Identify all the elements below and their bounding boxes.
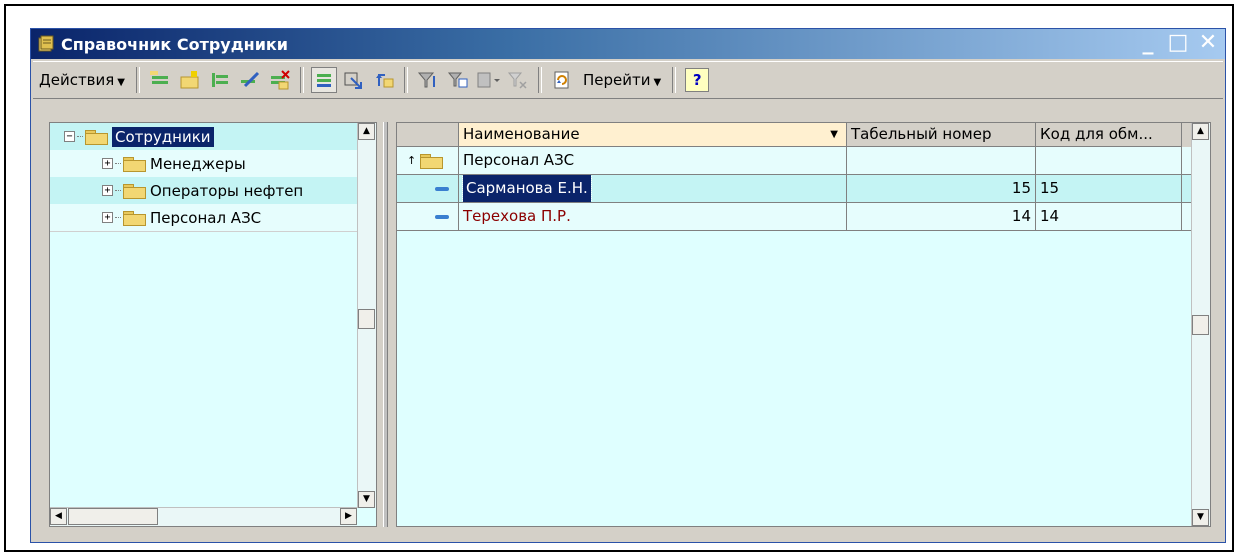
column-header-exchange-code[interactable]: Код для обм...: [1036, 123, 1182, 147]
table-row[interactable]: Терехова П.Р. 14 14: [397, 203, 1191, 231]
hierarchy-view-icon[interactable]: [311, 67, 337, 93]
tree-horizontal-scrollbar[interactable]: ◀ ▶: [50, 507, 357, 526]
filter-history-icon[interactable]: [475, 67, 501, 93]
maximize-button[interactable]: □: [1166, 31, 1190, 55]
tab-number-cell: 14: [847, 203, 1036, 230]
toolbar-separator: [300, 67, 304, 93]
scroll-thumb[interactable]: [358, 309, 375, 329]
grid-vertical-scrollbar[interactable]: ▲ ▼: [1191, 123, 1210, 526]
row-icon-cell: [397, 175, 459, 202]
row-icon-cell: [397, 203, 459, 230]
toolbar-separator: [136, 67, 140, 93]
scroll-down-icon[interactable]: ▼: [1192, 509, 1209, 526]
tree-item-label: Персонал АЗС: [150, 208, 262, 227]
group-tree[interactable]: − Сотрудники + Менеджеры + Операторы неф…: [49, 122, 377, 527]
name-cell: Персонал АЗС: [459, 147, 847, 174]
minimize-button[interactable]: _: [1136, 31, 1160, 55]
folder-icon: [85, 129, 108, 145]
item-icon: [435, 214, 449, 219]
expand-icon[interactable]: +: [102, 185, 113, 196]
scroll-right-icon[interactable]: ▶: [340, 508, 357, 525]
delete-mark-icon[interactable]: [267, 67, 293, 93]
name-cell: Сарманова Е.Н.: [459, 175, 847, 202]
folder-icon: [420, 153, 444, 169]
scroll-thumb[interactable]: [68, 508, 158, 525]
column-header-name[interactable]: Наименование ▼: [459, 123, 847, 147]
window-title: Справочник Сотрудники: [61, 35, 288, 54]
name-cell: Терехова П.Р.: [459, 203, 847, 230]
move-to-group-icon[interactable]: [341, 67, 367, 93]
tree-line: [115, 190, 121, 191]
tree-item-staff[interactable]: + Персонал АЗС: [50, 204, 357, 232]
tab-number-cell: [847, 147, 1036, 174]
scroll-thumb[interactable]: [1192, 315, 1209, 335]
tree-item-label: Операторы нефтеп: [150, 181, 304, 200]
folder-icon: [123, 210, 146, 226]
tree-line: [115, 217, 121, 218]
code-cell: [1036, 147, 1182, 174]
selected-name: Сарманова Е.Н.: [462, 175, 592, 202]
code-cell: 14: [1036, 203, 1182, 230]
close-button[interactable]: ✕: [1196, 31, 1220, 55]
scroll-left-icon[interactable]: ◀: [50, 508, 67, 525]
parent-group-row[interactable]: ↑ Персонал АЗС: [397, 147, 1191, 175]
column-header-name-label: Наименование: [463, 125, 580, 143]
expand-icon[interactable]: +: [102, 158, 113, 169]
tree-item-label: Менеджеры: [150, 154, 246, 173]
actions-menu[interactable]: Действия ▼: [33, 71, 131, 89]
toolbar: Действия ▼ Перейти ▼ ?: [33, 61, 1223, 99]
scroll-up-icon[interactable]: ▲: [1192, 123, 1209, 140]
tree-root-label: Сотрудники: [112, 126, 214, 147]
add-item-icon[interactable]: [147, 67, 173, 93]
code-cell: 15: [1036, 175, 1182, 202]
tree-line: [115, 163, 121, 164]
title-bar[interactable]: Справочник Сотрудники _ □ ✕: [31, 29, 1225, 59]
tree-root-row[interactable]: − Сотрудники: [50, 123, 357, 151]
filter-icon[interactable]: [415, 67, 441, 93]
tree-vertical-scrollbar[interactable]: ▲ ▼: [357, 123, 376, 508]
catalog-window: Справочник Сотрудники _ □ ✕ Действия ▼ П…: [30, 28, 1226, 543]
toolbar-separator: [404, 67, 408, 93]
refresh-icon[interactable]: [549, 67, 575, 93]
toolbar-separator: [538, 67, 542, 93]
tree-line: [77, 136, 83, 137]
chevron-down-icon: ▼: [117, 77, 125, 88]
add-folder-icon[interactable]: [177, 67, 203, 93]
toolbar-separator: [672, 67, 677, 93]
folder-icon: [123, 156, 146, 172]
grid-header: Наименование ▼ Табельный номер Код для о…: [397, 123, 1191, 147]
tab-number-cell: 15: [847, 175, 1036, 202]
edit-item-icon[interactable]: [237, 67, 263, 93]
level-up-icon[interactable]: [371, 67, 397, 93]
column-header-tab-number[interactable]: Табельный номер: [847, 123, 1036, 147]
employee-list[interactable]: Наименование ▼ Табельный номер Код для о…: [396, 122, 1211, 527]
catalog-icon: [37, 35, 55, 53]
copy-item-icon[interactable]: [207, 67, 233, 93]
clear-filter-icon[interactable]: [505, 67, 531, 93]
expand-icon[interactable]: +: [102, 212, 113, 223]
chevron-down-icon: ▼: [653, 77, 662, 88]
scroll-up-icon[interactable]: ▲: [358, 123, 375, 140]
table-row[interactable]: Сарманова Е.Н. 15 15: [397, 175, 1191, 203]
panel-splitter[interactable]: [383, 122, 388, 527]
column-header-icon[interactable]: [397, 123, 459, 147]
collapse-icon[interactable]: −: [64, 131, 75, 142]
folder-icon: [123, 183, 146, 199]
row-icon-cell: ↑: [397, 147, 459, 174]
actions-menu-label: Действия: [39, 71, 115, 89]
goto-menu-label: Перейти: [583, 71, 651, 89]
scroll-down-icon[interactable]: ▼: [358, 491, 375, 508]
goto-menu[interactable]: Перейти ▼: [577, 71, 667, 89]
tree-item-operators[interactable]: + Операторы нефтеп: [50, 177, 357, 205]
level-up-arrow-icon: ↑: [407, 154, 417, 167]
sort-desc-icon: ▼: [830, 129, 838, 140]
tree-item-managers[interactable]: + Менеджеры: [50, 150, 357, 178]
filter-by-value-icon[interactable]: [445, 67, 471, 93]
item-icon: [435, 186, 449, 191]
help-button[interactable]: ?: [685, 68, 710, 92]
